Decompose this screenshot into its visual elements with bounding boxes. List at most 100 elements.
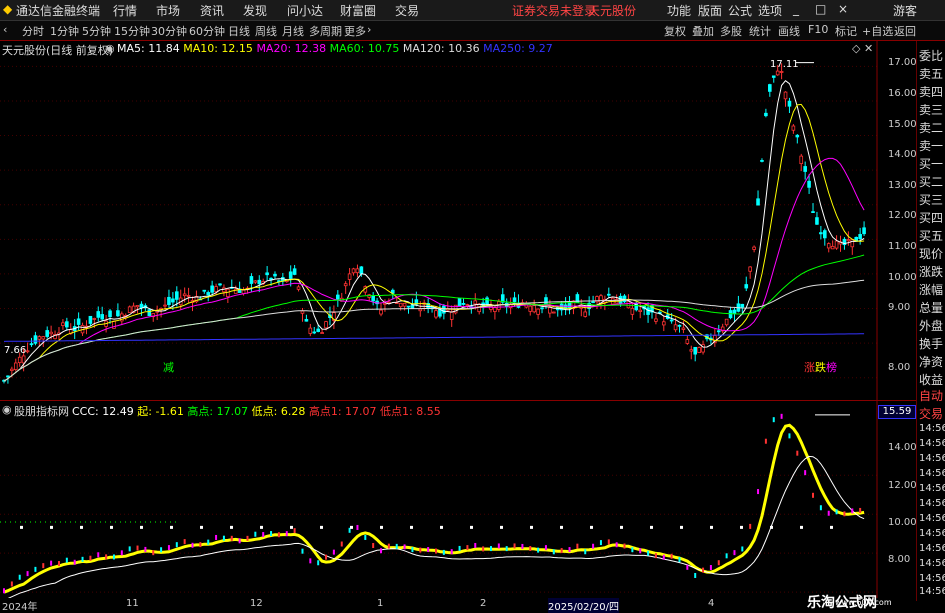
back-button[interactable]: 返回 [894,23,916,39]
signal-dot [800,525,803,529]
quote-field-ask5[interactable]: 卖五 [919,65,943,82]
indicator-bar [725,553,728,559]
collapse-icon[interactable]: ‹ [3,23,7,36]
tick-time: 14:56 [919,573,945,584]
draw-line-button[interactable]: 画线 [778,23,800,39]
settings-gear-icon[interactable]: ◉ [105,42,115,55]
signal-dot [290,525,293,529]
candle-body [288,271,293,279]
indicator-bar [89,555,92,561]
tab-daily[interactable]: 日线 [228,23,250,39]
quote-field-ask2[interactable]: 卖二 [919,119,943,136]
quote-field-bid1[interactable]: 买一 [919,155,943,172]
tab-monthly[interactable]: 月线 [282,23,304,39]
kline-chart[interactable] [0,41,878,400]
candle-body [850,239,855,248]
quote-field-ask3[interactable]: 卖三 [919,101,943,118]
candle-body [473,300,478,305]
multi-stock-button[interactable]: 多股 [720,23,742,39]
candle-body [387,301,391,304]
maximize-icon[interactable]: □ [815,2,826,16]
overlay-button[interactable]: 叠加 [692,23,714,39]
quote-field-bid2[interactable]: 买二 [919,173,943,190]
minimize-icon[interactable]: _ [793,2,799,16]
x-tick: 12 [250,598,263,609]
guest-label[interactable]: 游客 [893,2,917,19]
quote-field-eps[interactable]: 收益 [919,371,943,388]
quote-field-ask4[interactable]: 卖四 [919,83,943,100]
menu-discover[interactable]: 发现 [243,2,267,19]
login-notice[interactable]: 证券交易未登录 [512,2,596,19]
indicator-bar [403,544,406,550]
menu-formula[interactable]: 公式 [728,2,752,19]
quote-field-change-pct[interactable]: 涨幅 [919,281,943,298]
quote-field-bid4[interactable]: 买四 [919,209,943,226]
quote-field-price[interactable]: 现价 [919,245,943,262]
indicator-panel[interactable]: ◉ 股朋指标网 CCC: 12.49 起: -1.61 高点: 17.07 低点… [0,401,878,598]
stats-button[interactable]: 统计 [749,23,771,39]
indicator-legend: CCC: 12.49 起: -1.61 高点: 17.07 低点: 6.28 高… [72,403,441,419]
quote-field-turnover[interactable]: 换手 [919,335,943,352]
candle-body [76,318,81,325]
quote-field-change[interactable]: 涨跌 [919,263,943,280]
indicator-bar [207,539,210,545]
add-favorite-button[interactable]: +自选 [862,23,893,39]
candle-body [862,227,866,235]
indicator-settings-icon[interactable]: ◉ [2,403,12,416]
tab-intraday[interactable]: 分时 [22,23,44,39]
tab-15min[interactable]: 15分钟 [114,23,150,39]
menu-wealth[interactable]: 财富圈 [340,2,376,19]
candle-body [764,112,768,117]
candle-body [716,330,721,333]
menu-options[interactable]: 选项 [758,2,782,19]
tab-5min[interactable]: 5分钟 [82,23,111,39]
adjust-button[interactable]: 复权 [664,23,686,39]
quote-field-bid-ratio[interactable]: 委比 [919,47,943,64]
candle-body [630,307,635,315]
signal-dot [200,525,203,529]
auto-trade-label-2[interactable]: 交易 [919,405,943,422]
tab-weekly[interactable]: 周线 [255,23,277,39]
kline-panel[interactable]: 天元股份(日线 前复权) ◉ MA5: 11.84 MA10: 12.15 MA… [0,41,878,400]
low-point1-label: 低点1: 8.55 [380,405,441,418]
candle-body [343,283,348,287]
indicator-bar [458,545,461,551]
close-icon[interactable]: × [838,2,848,16]
menu-function[interactable]: 功能 [667,2,691,19]
tab-30min[interactable]: 30分钟 [151,23,187,39]
menu-news[interactable]: 资讯 [200,2,224,19]
menu-market-quotes[interactable]: 行情 [113,2,137,19]
quote-field-volume[interactable]: 总量 [919,299,943,316]
menu-layout[interactable]: 版面 [698,2,722,19]
tab-multi-period[interactable]: 多周期 [309,23,342,39]
indicator-bar [686,564,689,570]
quote-field-bid3[interactable]: 买三 [919,191,943,208]
quote-field-outer[interactable]: 外盘 [919,317,943,334]
menu-trade[interactable]: 交易 [395,2,419,19]
y-tick: 11.00 [888,241,917,252]
menu-ask[interactable]: 问小达 [287,2,323,19]
candle-body [406,305,411,308]
quote-field-bid5[interactable]: 买五 [919,227,943,244]
f10-button[interactable]: F10 [808,23,828,36]
indicator-bar [623,543,626,549]
tab-60min[interactable]: 60分钟 [189,23,225,39]
candle-body [646,307,650,315]
tab-1min[interactable]: 1分钟 [50,23,79,39]
tick-time: 14:56 [919,438,945,449]
quote-field-ask1[interactable]: 卖一 [919,137,943,154]
mark-button[interactable]: 标记 [835,23,857,39]
quote-field-nav[interactable]: 净资 [919,353,943,370]
candle-body [744,284,749,289]
indicator-chart[interactable] [0,401,878,598]
signal-dot [830,525,833,529]
expand-icon[interactable]: ◇ ✕ [852,42,873,55]
auto-trade-label[interactable]: 自动 [919,387,943,404]
tab-more[interactable]: 更多 [344,23,366,39]
candle-body [681,327,686,330]
start-label: 起: -1.61 [137,405,184,418]
indicator-bar [380,548,383,554]
indicator-bar [128,546,131,552]
menu-market[interactable]: 市场 [156,2,180,19]
more-dropdown-icon[interactable]: › [367,23,371,36]
